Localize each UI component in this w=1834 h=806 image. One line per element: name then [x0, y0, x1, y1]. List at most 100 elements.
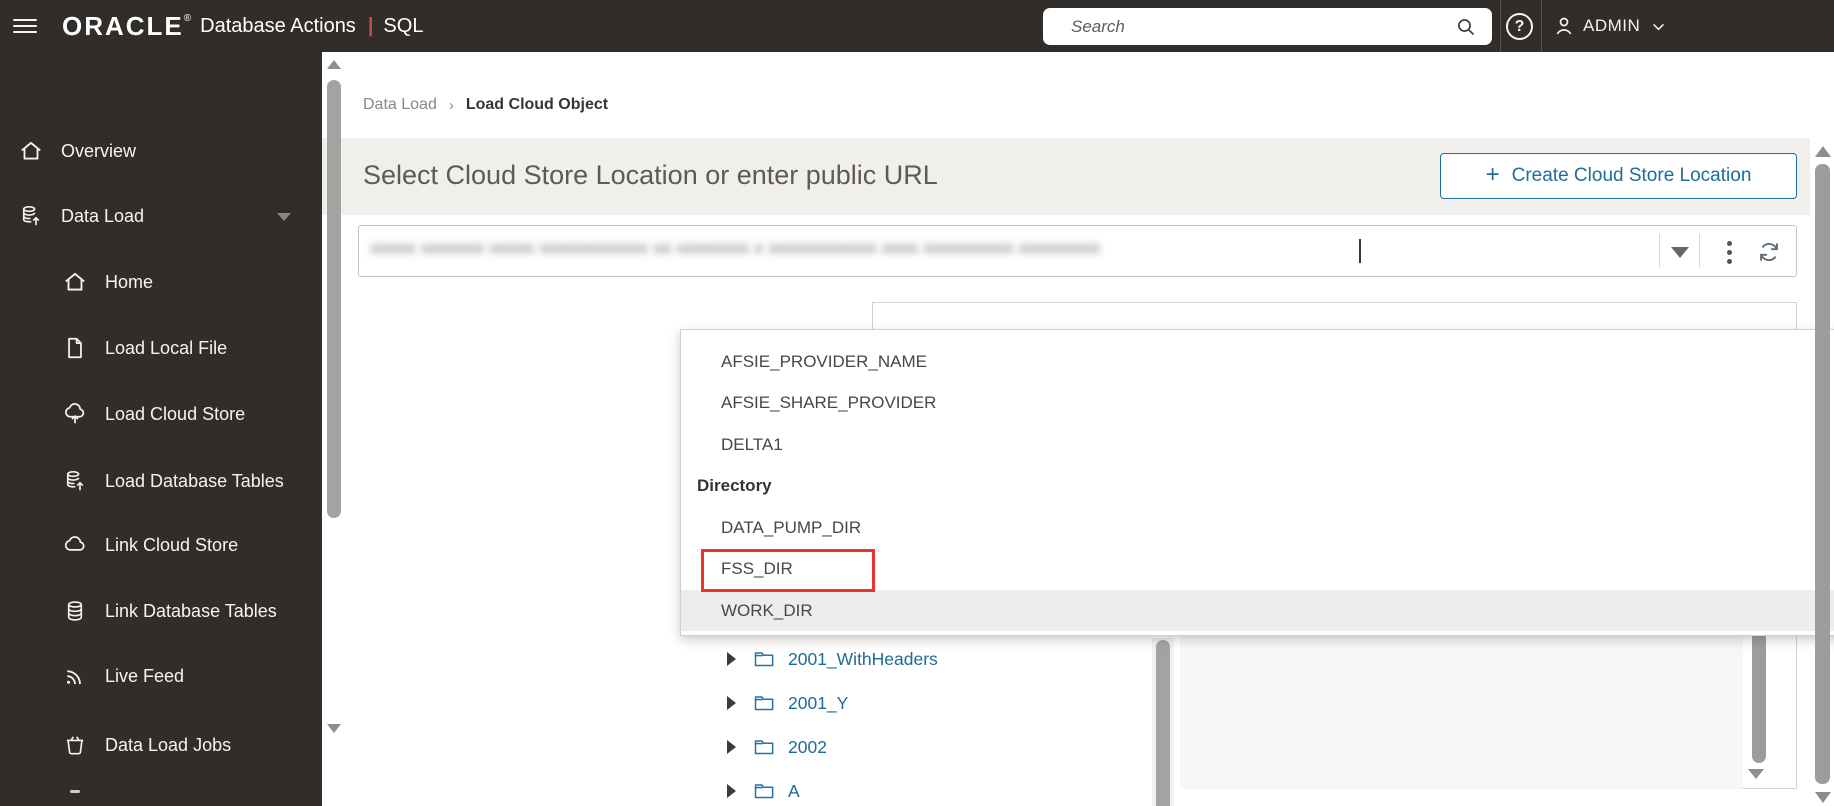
file-icon: [62, 335, 88, 361]
topbar-divider: [1500, 0, 1501, 52]
dropdown-item-label: WORK_DIR: [721, 600, 813, 620]
sidebar-scroll-down-icon[interactable]: [327, 724, 341, 733]
folder-icon: [752, 735, 776, 759]
sidebar-item-data-load[interactable]: Data Load: [0, 201, 322, 231]
registered-mark: ®: [183, 12, 192, 24]
sidebar-item-label: Home: [105, 271, 154, 292]
tree-row-2001_withheaders[interactable]: 2001_WithHeaders: [680, 637, 1160, 681]
sidebar-item-link-cloud-store[interactable]: Link Cloud Store: [0, 530, 322, 560]
tree-row-2001_y[interactable]: 2001_Y: [680, 681, 1160, 725]
dropdown-arrow-icon[interactable]: [1671, 247, 1689, 258]
breadcrumb-parent[interactable]: Data Load: [363, 96, 437, 114]
search-icon[interactable]: [1454, 15, 1478, 39]
oracle-logo: ORACLE: [62, 10, 184, 41]
sidebar-item-label: Live Feed: [105, 665, 185, 686]
user-menu[interactable]: ADMIN: [1552, 0, 1667, 52]
combobox-blurred-value: xxxxx xxxxxxx xxxxx xxxxxxxxxxxx xx xxxx…: [371, 240, 1101, 257]
sidebar-collapse-button[interactable]: «: [10, 802, 26, 806]
dropdown-item-label: Directory: [697, 476, 772, 495]
brand: ORACLE ® Database Actions | SQL: [62, 0, 423, 52]
create-button-label: Create Cloud Store Location: [1511, 165, 1752, 186]
dropdown-item-afsie_provider_name[interactable]: AFSIE_PROVIDER_NAME: [681, 341, 1834, 382]
tree-row-a[interactable]: A: [680, 769, 1160, 806]
sidebar-item-label: Load Local File: [105, 337, 228, 358]
sidebar-scrollbar-thumb[interactable]: [327, 80, 341, 518]
folder-label[interactable]: 2002: [788, 737, 827, 758]
window-scroll-down-icon[interactable]: [1815, 792, 1831, 803]
dropdown-item-afsie_share_provider[interactable]: AFSIE_SHARE_PROVIDER: [681, 383, 1834, 424]
home-icon: [18, 138, 44, 164]
create-cloud-store-location-button[interactable]: + Create Cloud Store Location: [1440, 153, 1797, 199]
dropdown-item-label: AFSIE_PROVIDER_NAME: [721, 351, 927, 371]
sidebar-item-partial: [70, 790, 80, 793]
folder-icon: [752, 647, 776, 671]
context-name: SQL: [383, 14, 424, 37]
tree-scrollbar-thumb[interactable]: [1156, 640, 1170, 806]
database-upload-icon: [62, 468, 88, 494]
sidebar-scroll-up-icon[interactable]: [327, 60, 341, 69]
user-name: ADMIN: [1583, 16, 1641, 35]
kebab-menu-icon[interactable]: [1717, 237, 1741, 267]
dropdown-item-label: DELTA1: [721, 434, 783, 454]
home-icon: [62, 269, 88, 295]
cloud-icon: [62, 532, 88, 558]
sidebar-item-overview[interactable]: Overview: [0, 136, 322, 166]
sidebar-item-label: Load Database Tables: [105, 470, 284, 491]
dropdown-item-label: FSS_DIR: [721, 559, 793, 578]
database-actions-window: ORACLE® Database Actions | SQL ? ADMIN O…: [0, 0, 1834, 806]
folder-label[interactable]: 2001_Y: [788, 693, 848, 714]
job-panel-scroll-down-icon[interactable]: [1748, 769, 1764, 779]
folder-label[interactable]: 2001_WithHeaders: [788, 649, 938, 670]
chevron-down-icon[interactable]: [277, 213, 291, 221]
user-icon: [1552, 14, 1576, 38]
folder-label[interactable]: A: [788, 781, 800, 802]
sidebar-item-label: Data Load: [61, 205, 145, 226]
expand-arrow-icon[interactable]: [727, 696, 736, 710]
search-box: [1043, 8, 1492, 45]
sidebar-item-load-local-file[interactable]: Load Local File: [0, 333, 322, 363]
hamburger-menu-icon[interactable]: [13, 15, 37, 37]
dropdown-item-directory: Directory: [681, 466, 1834, 507]
expand-arrow-icon[interactable]: [727, 784, 736, 798]
search-input[interactable]: [1043, 16, 1454, 37]
sidebar-item-load-cloud-store[interactable]: Load Cloud Store: [0, 399, 322, 429]
product-name: Database Actions: [200, 14, 356, 37]
brand-divider: |: [367, 14, 374, 37]
sidebar-item-live-feed[interactable]: Live Feed: [0, 661, 322, 691]
window-scroll-up-icon[interactable]: [1815, 146, 1831, 157]
combobox-divider: [1699, 234, 1700, 268]
sidebar-item-home[interactable]: Home: [0, 267, 322, 297]
window-scrollbar-thumb[interactable]: [1815, 164, 1830, 784]
top-bar: ORACLE® Database Actions | SQL ? ADMIN: [0, 0, 1834, 52]
sidebar-item-link-database-tables[interactable]: Link Database Tables: [0, 596, 322, 626]
database-upload-icon: [18, 203, 44, 229]
sidebar-item-label: Overview: [61, 140, 137, 161]
sidebar-item-label: Load Cloud Store: [105, 403, 246, 424]
database-icon: [62, 598, 88, 624]
refresh-icon[interactable]: [1755, 238, 1783, 266]
text-caret: [1359, 239, 1361, 263]
breadcrumb: Data Load › Load Cloud Object: [363, 96, 608, 114]
page-title: Select Cloud Store Location or enter pub…: [363, 160, 938, 190]
expand-arrow-icon[interactable]: [727, 740, 736, 754]
sidebar-nav: Overview Data Load Home Load Local File Load…: [0, 52, 322, 806]
dropdown-item-label: AFSIE_SHARE_PROVIDER: [721, 393, 937, 412]
expand-arrow-icon[interactable]: [727, 652, 736, 666]
dropdown-item-label: DATA_PUMP_DIR: [721, 517, 862, 537]
sidebar-item-load-database-tables[interactable]: Load Database Tables: [0, 466, 322, 496]
dropdown-item-fss_dir[interactable]: FSS_DIR: [681, 549, 1834, 590]
tree-row-2002[interactable]: 2002: [680, 725, 1160, 769]
dropdown-item-data_pump_dir[interactable]: DATA_PUMP_DIR: [681, 507, 1834, 548]
dropdown-item-work_dir[interactable]: WORK_DIR: [681, 590, 1834, 631]
chevron-down-icon: [1650, 18, 1667, 35]
main-content: Data Load › Load Cloud Object Select Clo…: [322, 52, 1834, 806]
help-icon[interactable]: ?: [1506, 13, 1533, 40]
combobox-divider: [1659, 234, 1660, 268]
topbar-divider: [1541, 0, 1542, 52]
cloud-store-location-combobox[interactable]: xxxxx xxxxxxx xxxxx xxxxxxxxxxxx xx xxxx…: [358, 225, 1797, 277]
plus-icon: +: [1485, 161, 1500, 188]
feed-icon: [62, 663, 88, 689]
folder-icon: [752, 691, 776, 715]
sidebar-item-data-load-jobs[interactable]: Data Load Jobs: [0, 730, 322, 760]
dropdown-item-delta1[interactable]: DELTA1: [681, 424, 1834, 465]
